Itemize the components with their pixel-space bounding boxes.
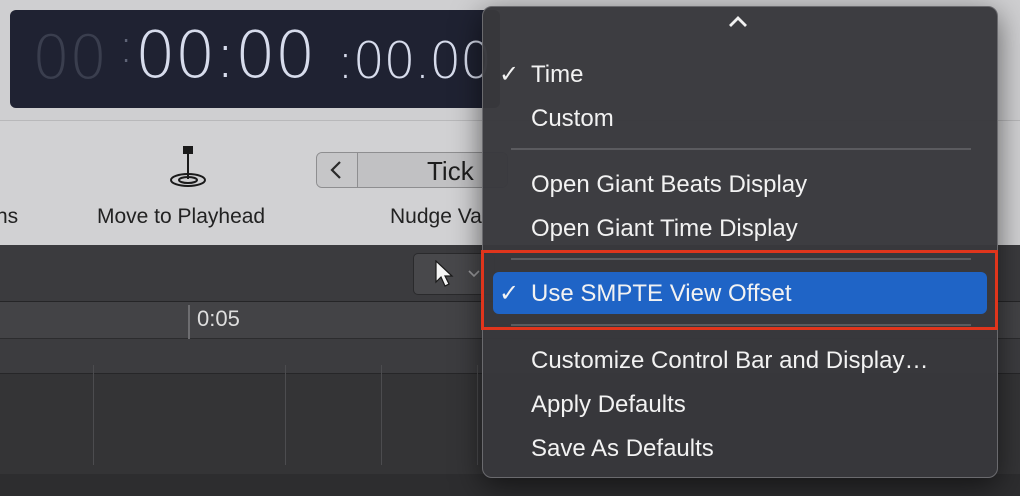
menu-item-label: Save As Defaults [531,435,714,462]
arrow-pointer-icon [435,260,454,287]
lcd-time-fraction: :00.00 [337,32,492,90]
lcd-time-main: 00:00 [135,19,315,93]
menu-item-time[interactable]: ✓ Time [493,53,987,95]
nudge-value-control[interactable]: Tick [316,152,508,188]
menu-item-label: Custom [531,105,614,132]
checkmark-icon: ✓ [499,60,520,88]
menu-item-label: Open Giant Beats Display [531,171,808,198]
nudge-value: Tick [427,156,474,186]
lcd-display-menu: ✓ Time Custom Open Giant Beats Display O… [482,6,998,478]
grid-line [381,365,382,465]
menu-item-custom[interactable]: Custom [493,97,987,139]
grid-line [285,365,286,465]
lcd-colon: : [118,18,135,74]
chevron-down-icon [468,270,480,278]
menu-item-open-giant-time-display[interactable]: Open Giant Time Display [493,207,987,249]
chevron-up-icon[interactable] [727,15,749,29]
menu-item-label: Apply Defaults [531,391,686,418]
menu-item-label: Time [531,61,584,88]
nudge-prev-button[interactable] [317,153,358,187]
lcd-hours: 00 [32,23,107,93]
menu-item-label: Open Giant Time Display [531,215,798,242]
move-to-playhead-icon[interactable] [168,145,208,193]
menu-separator [511,148,971,150]
ruler-marker-label: 0:05 [197,306,240,331]
chevron-left-icon [330,161,341,179]
grid-line [93,365,94,465]
nudge-value-label: Nudge Va [390,205,482,228]
menu-item-apply-defaults[interactable]: Apply Defaults [493,383,987,425]
move-to-playhead-label[interactable]: Move to Playhead [97,205,265,229]
menu-item-open-giant-beats-display[interactable]: Open Giant Beats Display [493,163,987,205]
menu-item-save-as-defaults[interactable]: Save As Defaults [493,427,987,469]
menu-item-customize-control-bar[interactable]: Customize Control Bar and Display… [493,339,987,381]
menu-item-label: Customize Control Bar and Display… [531,347,929,374]
grid-line [477,365,478,465]
toolbar-item-label-cut: ns [0,205,19,228]
highlight-outline [481,250,998,330]
